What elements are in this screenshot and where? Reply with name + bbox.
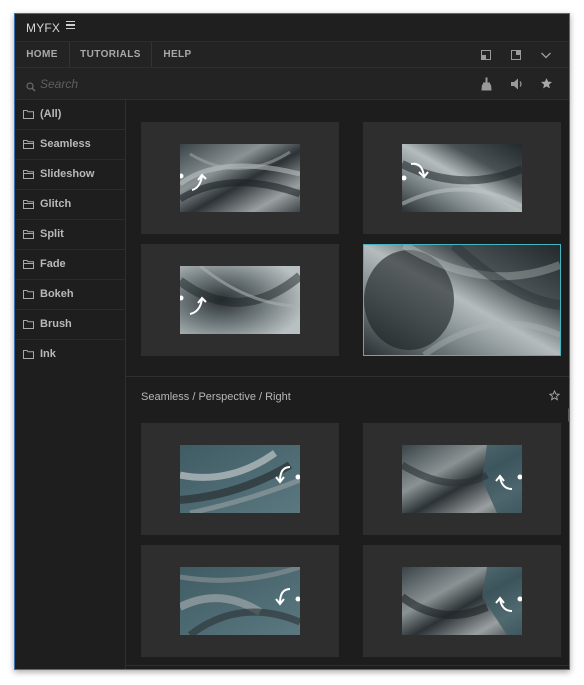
preset-card[interactable] (141, 122, 339, 234)
sidebar-item-fade[interactable]: Fade (15, 250, 125, 280)
sidebar-item-bokeh[interactable]: Bokeh (15, 280, 125, 310)
sidebar-item-label: Seamless (40, 138, 91, 150)
folder-icon (23, 230, 34, 242)
sidebar-item-split[interactable]: Split (15, 220, 125, 250)
myfx-panel: MYFX HOME TUTORIALS HELP Search (All) Se… (14, 13, 570, 670)
brush-icon[interactable] (480, 77, 493, 96)
folder-icon (23, 140, 34, 152)
preset-thumbnail (180, 266, 300, 334)
folder-icon (23, 260, 34, 272)
preset-thumbnail (180, 567, 300, 635)
scrollbar-thumb[interactable] (568, 408, 569, 422)
preset-thumbnail (402, 144, 522, 212)
preset-thumbnail (180, 144, 300, 212)
nav-bar: HOME TUTORIALS HELP (15, 42, 569, 68)
sidebar-item-brush[interactable]: Brush (15, 310, 125, 340)
sidebar-item-label: Glitch (40, 198, 72, 210)
preset-thumbnail (364, 245, 560, 355)
star-icon[interactable] (540, 77, 553, 95)
title-bar: MYFX (15, 14, 569, 42)
sidebar-item-seamless[interactable]: Seamless (15, 130, 125, 160)
preset-thumbnail (402, 567, 522, 635)
folder-icon (23, 320, 34, 332)
preset-grid: Seamless / Perspective / Right (126, 100, 569, 669)
preset-card[interactable] (363, 122, 561, 234)
folder-icon (23, 170, 34, 182)
sidebar-item-label: (All) (40, 108, 62, 120)
star-outline-icon[interactable] (548, 389, 561, 404)
preset-card[interactable] (141, 244, 339, 356)
nav-help[interactable]: HELP (152, 42, 203, 67)
section-header: Seamless / Perspective / Right (126, 376, 569, 406)
divider (126, 665, 569, 666)
nav-tutorials[interactable]: TUTORIALS (70, 42, 152, 67)
chevron-down-icon[interactable] (540, 48, 552, 60)
sidebar-item-label: Fade (40, 258, 66, 270)
sidebar-item-glitch[interactable]: Glitch (15, 190, 125, 220)
preset-card[interactable] (141, 545, 339, 657)
sidebar-item-all[interactable]: (All) (15, 100, 125, 130)
sidebar-item-label: Ink (40, 348, 56, 360)
search-icon (26, 79, 36, 97)
folder-icon (23, 350, 34, 362)
preset-card[interactable] (363, 545, 561, 657)
sidebar-item-slideshow[interactable]: Slideshow (15, 160, 125, 190)
preset-card[interactable] (141, 423, 339, 535)
nav-home[interactable]: HOME (15, 42, 70, 67)
sidebar-item-label: Split (40, 228, 64, 240)
preset-thumbnail (402, 445, 522, 513)
folder-icon (23, 290, 34, 302)
preset-thumbnail (180, 445, 300, 513)
hamburger-icon[interactable] (66, 21, 75, 31)
search-input[interactable] (40, 76, 240, 92)
category-sidebar: (All) Seamless Slideshow Glitch Split Fa… (15, 100, 126, 669)
window-popout-icon[interactable] (510, 48, 522, 60)
app-title: MYFX (26, 21, 61, 35)
speaker-icon[interactable] (510, 77, 524, 96)
sidebar-item-ink[interactable]: Ink (15, 340, 125, 370)
window-restore-icon[interactable] (480, 48, 492, 60)
search-bar (15, 68, 569, 100)
preset-card-selected[interactable] (363, 244, 561, 356)
sidebar-item-label: Brush (40, 318, 72, 330)
folder-icon (23, 110, 34, 122)
folder-icon (23, 200, 34, 212)
sidebar-item-label: Bokeh (40, 288, 74, 300)
preset-card[interactable] (363, 423, 561, 535)
sidebar-item-label: Slideshow (40, 168, 95, 180)
section-title: Seamless / Perspective / Right (141, 391, 291, 403)
